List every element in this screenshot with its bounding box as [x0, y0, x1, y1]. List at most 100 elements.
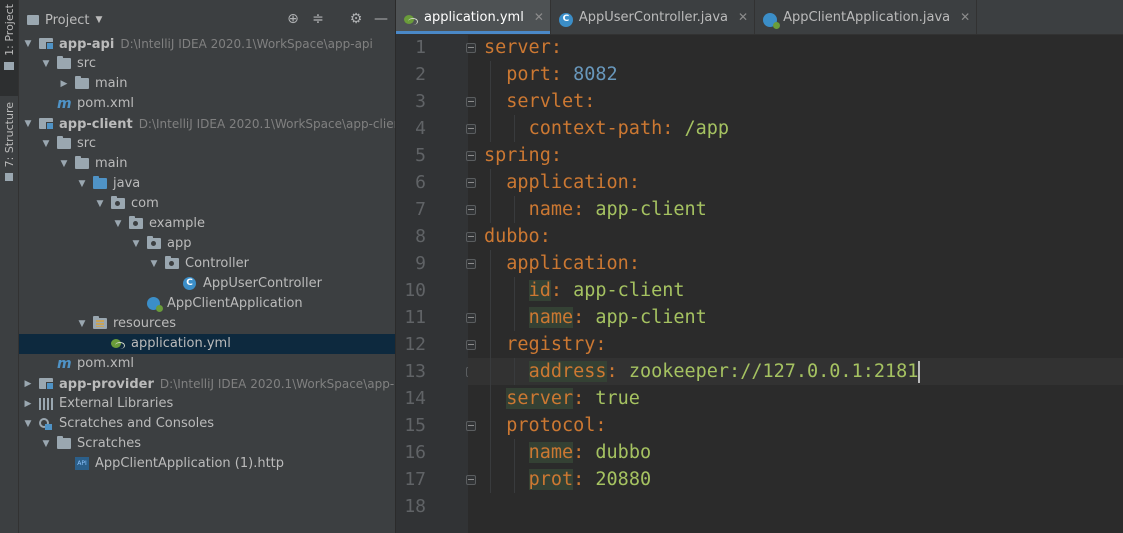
chevron-down-icon[interactable]: ▼ [95, 194, 105, 214]
code-line[interactable]: port: 8082 [468, 61, 1123, 88]
chevron-down-icon[interactable]: ▼ [41, 134, 51, 154]
tree-item[interactable]: ▼ Controller [19, 254, 395, 274]
gutter-line: 5 [396, 142, 476, 169]
code-line[interactable]: context-path: /app [468, 115, 1123, 142]
chevron-down-icon[interactable]: ▼ [23, 414, 33, 434]
tree-item[interactable]: ▼ src [19, 134, 395, 154]
code-line[interactable]: address: zookeeper://127.0.0.1:2181 [468, 358, 1123, 385]
tree-item[interactable]: application.yml [19, 334, 395, 354]
code-line[interactable]: application: [468, 169, 1123, 196]
yaml-value: dubbo [595, 442, 652, 463]
line-number: 2 [415, 64, 426, 85]
editor-tab[interactable]: C AppUserController.java ✕ [551, 0, 756, 34]
code-line[interactable]: dubbo: [468, 223, 1123, 250]
tree-item[interactable]: ▼ resources [19, 314, 395, 334]
chevron-down-icon[interactable]: ▼ [41, 434, 51, 454]
code-line[interactable]: servlet: [468, 88, 1123, 115]
code-line[interactable]: prot: 20880 [468, 466, 1123, 493]
indent-guide [490, 196, 491, 223]
code-line[interactable]: registry: [468, 331, 1123, 358]
line-number: 17 [404, 469, 426, 490]
crosshair-icon[interactable]: ⊕ [285, 11, 301, 27]
chevron-right-icon[interactable]: ▶ [23, 394, 33, 414]
yaml-key: servlet [506, 91, 585, 112]
tree-item-label: app-provider D:\IntelliJ IDEA 2020.1\Work… [59, 374, 395, 395]
gutter-line: 13 [396, 358, 476, 385]
tree-item[interactable]: ▶ app-provider D:\IntelliJ IDEA 2020.1\Wor… [19, 374, 395, 394]
close-icon[interactable]: ✕ [534, 10, 544, 24]
project-tool-tab[interactable]: 1: Project [0, 0, 18, 96]
close-icon[interactable]: ✕ [960, 10, 970, 24]
gutter-line: 8 [396, 223, 476, 250]
gutter-line: 18 [396, 493, 468, 520]
package-icon [165, 256, 179, 269]
code-line[interactable]: server: [468, 34, 1123, 61]
tree-item[interactable]: ▼ main [19, 154, 395, 174]
yaml-colon: : [573, 199, 585, 220]
tree-item-label: app-api D:\IntelliJ IDEA 2020.1\WorkSpace… [59, 34, 373, 55]
chevron-down-icon[interactable]: ▼ [95, 15, 102, 25]
tree-item[interactable]: AppClientApplication [19, 294, 395, 314]
tree-item[interactable]: ▼ Scratches and Consoles [19, 414, 395, 434]
chevron-down-icon[interactable]: ▼ [113, 214, 123, 234]
code-line[interactable]: spring: [468, 142, 1123, 169]
indent-guide [490, 358, 491, 385]
tree-item[interactable]: ▶ External Libraries [19, 394, 395, 414]
module-path: D:\IntelliJ IDEA 2020.1\WorkSpace\app-cl… [138, 117, 396, 131]
structure-tool-tab[interactable]: 7: Structure [0, 98, 18, 186]
gutter-line: 9 [396, 250, 476, 277]
code-line[interactable]: protocol: [468, 412, 1123, 439]
tree-item[interactable]: m pom.xml [19, 94, 395, 114]
tree-item[interactable]: ▼ example [19, 214, 395, 234]
chevron-down-icon[interactable]: ▼ [23, 34, 33, 54]
chevron-down-icon[interactable]: ▼ [149, 254, 159, 274]
chevron-down-icon[interactable]: ▼ [77, 174, 87, 194]
tree-item[interactable]: m pom.xml [19, 354, 395, 374]
tree-item[interactable]: API AppClientApplication (1).http [19, 454, 395, 474]
collapse-icon[interactable]: ≑ [310, 11, 326, 27]
code-view[interactable]: server: port: 8082 servlet: context-path… [468, 34, 1123, 533]
chevron-down-icon[interactable]: ▼ [41, 54, 51, 74]
code-line[interactable]: name: dubbo [468, 439, 1123, 466]
yaml-key: spring [484, 145, 551, 166]
project-view-selector[interactable]: Project [45, 13, 89, 28]
gutter-line: 1 [396, 34, 476, 61]
yaml-colon: : [595, 334, 607, 355]
chevron-down-icon[interactable]: ▼ [59, 154, 69, 174]
chevron-down-icon[interactable]: ▼ [77, 314, 87, 334]
chevron-down-icon[interactable]: ▼ [131, 234, 141, 254]
code-line[interactable]: server: true [468, 385, 1123, 412]
indent-guide [490, 88, 491, 115]
code-line[interactable] [468, 493, 1123, 520]
yaml-key: application [506, 253, 629, 274]
tree-item[interactable]: ▼ com [19, 194, 395, 214]
chevron-down-icon[interactable]: ▼ [23, 114, 33, 134]
yaml-file-icon [404, 15, 418, 29]
code-line[interactable]: id: app-client [468, 277, 1123, 304]
tree-item[interactable]: C AppUserController [19, 274, 395, 294]
maven-icon: m [57, 356, 72, 372]
minimize-icon[interactable]: — [373, 11, 389, 27]
yaml-colon: : [573, 307, 585, 328]
editor-tab[interactable]: AppClientApplication.java ✕ [755, 0, 978, 34]
editor-tab[interactable]: application.yml ✕ [396, 0, 551, 34]
close-icon[interactable]: ✕ [738, 10, 748, 24]
tree-item[interactable]: ▼ java [19, 174, 395, 194]
code-line[interactable]: application: [468, 250, 1123, 277]
tree-item[interactable]: ▶ main [19, 74, 395, 94]
module-path: D:\IntelliJ IDEA 2020.1\WorkSpace\app-pr… [159, 377, 395, 391]
tree-item[interactable]: ▼ app [19, 234, 395, 254]
indent-guide [490, 169, 491, 196]
tree-item[interactable]: ▼ app-client D:\IntelliJ IDEA 2020.1\WorkS… [19, 114, 395, 134]
tree-item-name: src [77, 136, 96, 151]
chevron-right-icon[interactable]: ▶ [59, 74, 69, 94]
module-icon [39, 118, 54, 130]
code-line[interactable]: name: app-client [468, 196, 1123, 223]
chevron-right-icon[interactable]: ▶ [23, 374, 33, 394]
code-line[interactable]: name: app-client [468, 304, 1123, 331]
tree-item[interactable]: ▼ Scratches [19, 434, 395, 454]
tree-item[interactable]: ▼ app-api D:\IntelliJ IDEA 2020.1\WorkSpac… [19, 34, 395, 54]
yaml-colon: : [550, 64, 562, 85]
gear-icon[interactable]: ⚙ [348, 11, 364, 27]
tree-item[interactable]: ▼ src [19, 54, 395, 74]
